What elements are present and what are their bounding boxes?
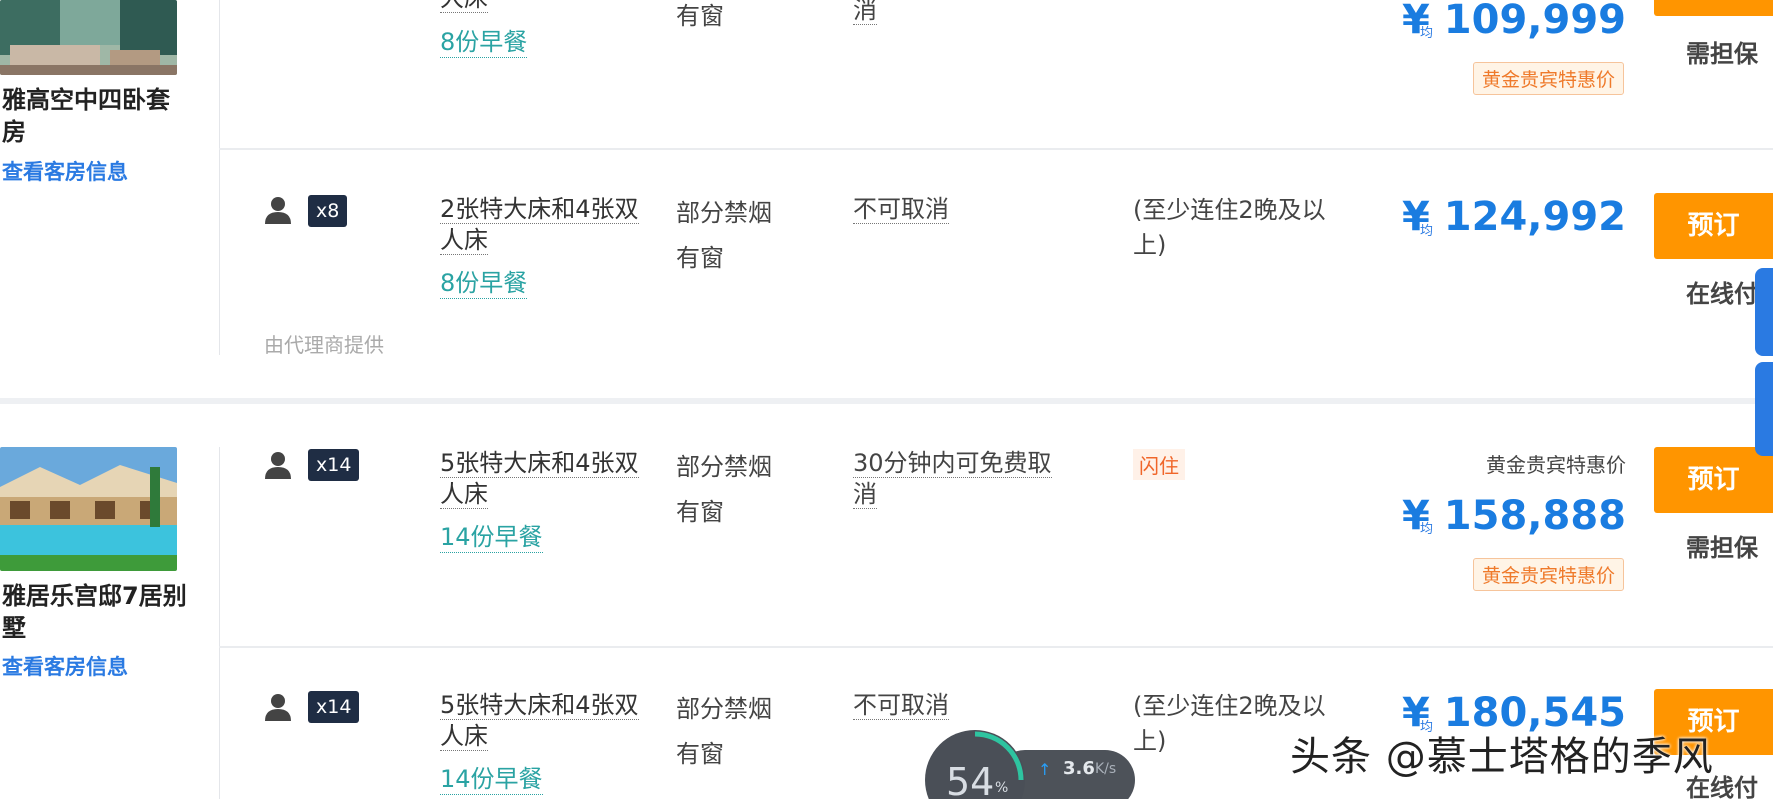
bed-type[interactable]: 2张特大床和4张双人床 (440, 194, 650, 256)
agent-provider-note: 由代理商提供 (264, 333, 384, 357)
breakfast-link[interactable]: 14份早餐 (440, 522, 543, 553)
gold-vip-tag: 黄金贵宾特惠价 (1472, 62, 1624, 95)
occupancy-badge: x8 (308, 195, 348, 227)
smoking-policy: 部分禁烟 (676, 453, 772, 481)
cancel-policy[interactable]: 30分钟内可免费取消 (853, 448, 1068, 510)
row-divider (219, 646, 1773, 648)
speed-percent: 54 (946, 760, 995, 804)
column-divider (219, 0, 220, 355)
room-photo-suite[interactable] (0, 0, 177, 75)
person-icon (265, 197, 291, 224)
payment-note: 需担保 (1686, 534, 1758, 562)
room-name: 雅高空中四卧套房 (2, 86, 170, 146)
room-photo-villa[interactable] (0, 447, 177, 571)
occupancy-badge: x14 (308, 449, 360, 481)
bed-type-partial: 大床 (440, 0, 488, 13)
payment-note: 在线付 (1686, 280, 1758, 308)
window-info: 有窗 (676, 2, 724, 30)
person-icon (265, 694, 291, 721)
window-info: 有窗 (676, 740, 724, 768)
view-room-info-link[interactable]: 查看客房信息 (2, 156, 128, 186)
room-name: 雅居乐宫邸7居别墅 (2, 582, 187, 642)
side-float-tab[interactable] (1755, 362, 1773, 456)
price: ¥ 109,999 (1402, 0, 1626, 43)
stay-requirement: (至少连住2晚及以上) (1133, 196, 1326, 259)
smoking-policy: 部分禁烟 (676, 199, 772, 227)
breakfast-link[interactable]: 8份早餐 (440, 27, 528, 58)
gold-vip-label: 黄金贵宾特惠价 (1486, 453, 1626, 477)
person-icon (265, 452, 291, 479)
price: ¥ 158,888 (1402, 493, 1626, 539)
window-info: 有窗 (676, 498, 724, 526)
book-button[interactable] (1654, 0, 1773, 16)
watermark-text: 头条 @慕士塔格的季风 (1290, 734, 1714, 780)
flash-stay-badge: 闪住 (1133, 449, 1185, 480)
book-button[interactable]: 预订 (1654, 193, 1773, 259)
bed-type[interactable]: 5张特大床和4张双人床 (440, 690, 650, 752)
cancel-policy[interactable]: 不可取消 (853, 690, 1068, 721)
bed-type[interactable]: 5张特大床和4张双人床 (440, 448, 650, 510)
window-info: 有窗 (676, 244, 724, 272)
price: ¥ 124,992 (1402, 194, 1626, 240)
room-separator (0, 398, 1773, 404)
breakfast-link[interactable]: 8份早餐 (440, 268, 528, 299)
network-speed-widget: ↑ 54 % 3.6 K/s (925, 730, 1135, 804)
cancel-policy[interactable]: 不可取消 (853, 194, 1068, 225)
row-divider (219, 148, 1773, 150)
svg-text:↑: ↑ (1038, 760, 1051, 779)
speed-unit: K/s (1095, 761, 1117, 777)
smoking-policy: 部分禁烟 (676, 695, 772, 723)
view-room-info-link[interactable]: 查看客房信息 (2, 651, 128, 681)
payment-note: 需担保 (1686, 40, 1758, 68)
column-divider (219, 447, 220, 799)
speed-percent-sign: % (995, 780, 1009, 796)
occupancy-badge: x14 (308, 691, 360, 723)
side-float-tab[interactable] (1755, 268, 1773, 356)
book-button[interactable]: 预订 (1654, 447, 1773, 513)
speed-value: 3.6 (1063, 758, 1095, 779)
breakfast-link[interactable]: 14份早餐 (440, 764, 543, 795)
gold-vip-tag: 黄金贵宾特惠价 (1472, 558, 1624, 591)
cancel-policy-partial: 消 (853, 0, 877, 25)
